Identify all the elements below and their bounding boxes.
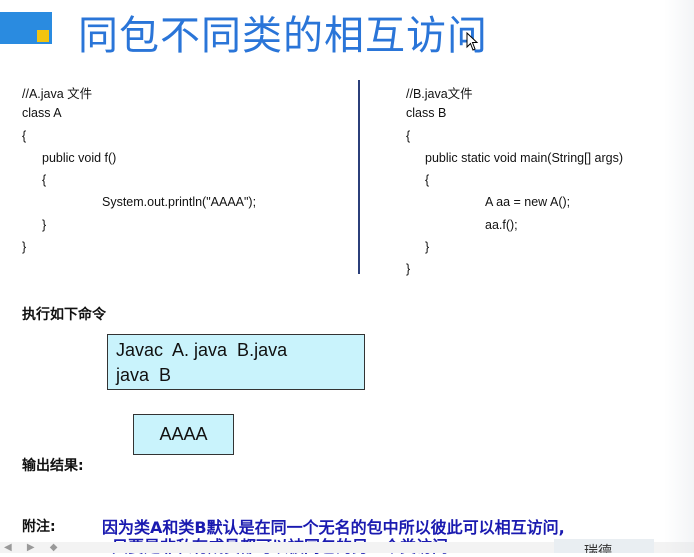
code-line: }: [22, 240, 27, 254]
commands-box: Javac A. java B.java java B: [107, 334, 365, 390]
logo-yellow-square: [37, 30, 49, 42]
code-line: class A: [22, 106, 62, 120]
note-label: 附注:: [22, 519, 56, 535]
code-line: {: [22, 129, 27, 143]
output-box: AAAA: [133, 414, 234, 455]
right-edge-shade: [664, 0, 694, 553]
slide-title: 同包不同类的相互访问: [78, 13, 488, 59]
slide-nav-icons[interactable]: ◀ ▶ ◆: [4, 542, 63, 553]
command-line-run: java B: [116, 365, 172, 385]
code-line: {: [42, 173, 47, 187]
code-line: A aa = new A();: [485, 195, 571, 209]
code-line: aa.f();: [485, 218, 518, 232]
mouse-cursor-icon: [466, 32, 479, 51]
code-line: //A.java 文件: [22, 87, 93, 101]
code-line: class B: [406, 106, 447, 120]
command-line-compile: Javac A. java B.java: [116, 340, 288, 360]
output-label: 输出结果:: [22, 458, 84, 474]
code-line: public void f(): [42, 151, 117, 165]
column-divider: [358, 80, 360, 274]
code-line: }: [425, 240, 430, 254]
code-line: }: [42, 218, 47, 232]
code-line: }: [406, 262, 411, 276]
watermark-text: 瑞德: [584, 544, 612, 553]
code-line: {: [406, 129, 411, 143]
watermark-box: 瑞德: [554, 539, 654, 553]
code-line: //B.java文件: [406, 87, 473, 101]
code-line: System.out.println("AAAA");: [102, 195, 257, 209]
code-line: {: [425, 173, 430, 187]
code-line: public static void main(String[] args): [425, 151, 623, 165]
commands-label: 执行如下命令: [22, 307, 106, 323]
